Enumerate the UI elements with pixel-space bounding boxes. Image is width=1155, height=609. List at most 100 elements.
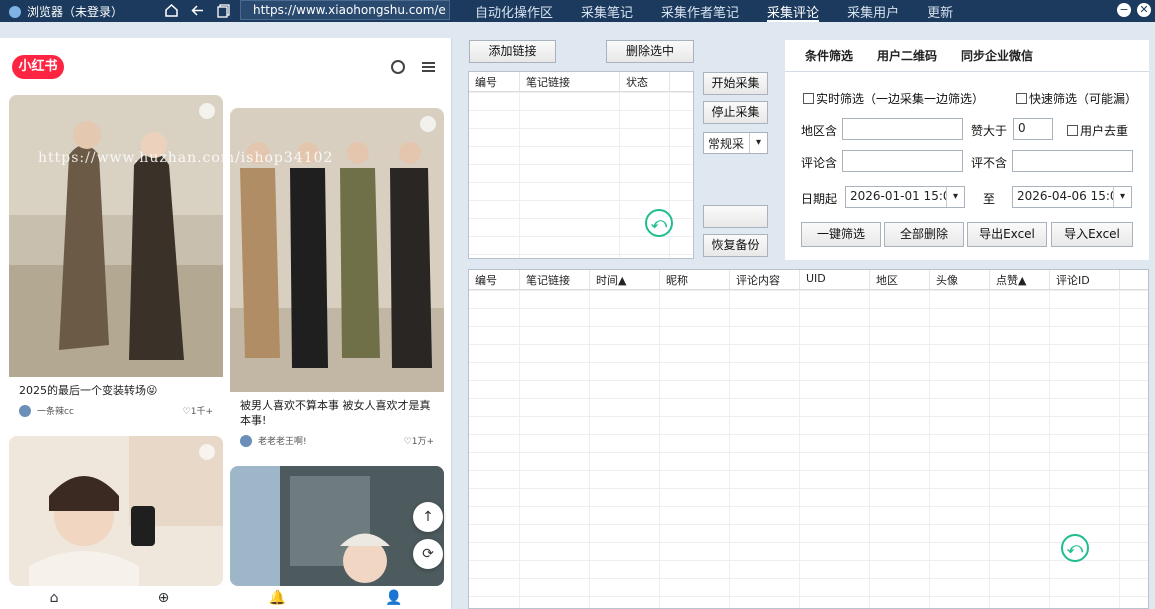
- column-header[interactable]: 编号: [469, 72, 520, 91]
- nav-home-icon[interactable]: ⌂: [50, 590, 59, 606]
- date-from-value: 2026-01-01 15:0: [850, 189, 951, 203]
- bottom-nav: ⌂ ⊕ 🔔 👤: [0, 586, 451, 609]
- note-card[interactable]: 2025的最后一个变装转场😝 一条辣cc ♡1千+: [9, 95, 223, 423]
- chevron-down-icon: ▾: [946, 187, 964, 207]
- quick-filter-label: 快速筛选（可能漏）: [1029, 92, 1138, 106]
- note-card[interactable]: [9, 436, 223, 586]
- quick-filter-checkbox[interactable]: 快速筛选（可能漏）: [1016, 90, 1137, 107]
- search-icon[interactable]: [391, 60, 405, 74]
- column-header[interactable]: UID: [800, 270, 870, 289]
- comments-table[interactable]: 编号 笔记链接 时间▲ 昵称 评论内容 UID 地区 头像 点赞▲ 评论ID ⤺: [468, 269, 1149, 609]
- date-to-picker[interactable]: 2026-04-06 15:0 ▾: [1012, 186, 1132, 208]
- scroll-top-button[interactable]: ↑: [413, 502, 443, 532]
- one-click-filter-button[interactable]: 一键筛选: [801, 222, 881, 247]
- column-header[interactable]: 编号: [469, 270, 520, 289]
- restore-backup-button[interactable]: 恢复备份: [703, 234, 768, 257]
- tab-collect-comments[interactable]: 采集评论: [767, 0, 820, 22]
- import-excel-button[interactable]: 导入Excel: [1051, 222, 1133, 247]
- column-header[interactable]: 昵称: [660, 270, 730, 289]
- likes-gt-input[interactable]: 0: [1013, 118, 1053, 140]
- likes-gt-label: 赞大于: [971, 124, 1008, 138]
- note-author: 一条辣cc: [37, 407, 74, 417]
- close-icon[interactable]: ✕: [1137, 3, 1151, 17]
- column-header[interactable]: 点赞▲: [990, 270, 1050, 289]
- note-image: [9, 436, 223, 586]
- stop-collect-button[interactable]: 停止采集: [703, 101, 768, 124]
- checkbox-box[interactable]: [1016, 93, 1027, 104]
- tab-automation[interactable]: 自动化操作区: [475, 0, 553, 22]
- home-icon[interactable]: [163, 2, 179, 18]
- return-icon[interactable]: ⤺: [645, 209, 673, 237]
- note-card[interactable]: [230, 466, 444, 586]
- start-collect-button[interactable]: 开始采集: [703, 72, 768, 95]
- note-meta: 老老老王啊! ♡1万+: [230, 428, 444, 453]
- tab-condition-filter[interactable]: 条件筛选: [805, 47, 853, 64]
- date-to-value: 2026-04-06 15:0: [1017, 189, 1118, 203]
- chevron-down-icon: ▾: [1113, 187, 1131, 207]
- chevron-down-icon: ▾: [749, 133, 767, 153]
- region-input[interactable]: [842, 118, 963, 140]
- comment-include-input[interactable]: [842, 150, 963, 172]
- comments-table-rows: [469, 290, 1148, 608]
- note-image: [9, 95, 223, 377]
- note-likes[interactable]: ♡1万+: [404, 434, 434, 447]
- watermark-text: https://www.huzhan.com/ishop34102: [38, 150, 334, 166]
- add-link-button[interactable]: 添加链接: [469, 40, 556, 63]
- column-header[interactable]: 评论内容: [730, 270, 800, 289]
- copy-icon[interactable]: [215, 2, 231, 18]
- tab-sync-wecom[interactable]: 同步企业微信: [961, 47, 1033, 64]
- minimize-icon[interactable]: −: [1117, 3, 1131, 17]
- tab-update[interactable]: 更新: [927, 0, 953, 22]
- column-header[interactable]: 笔记链接: [520, 72, 620, 91]
- video-play-icon: [199, 103, 215, 119]
- video-play-icon: [420, 116, 436, 132]
- tab-user-qrcode[interactable]: 用户二维码: [877, 47, 937, 64]
- xiaohongshu-logo[interactable]: 小红书: [12, 55, 64, 79]
- return-icon[interactable]: ⤺: [1061, 534, 1089, 562]
- checkbox-box[interactable]: [1067, 125, 1078, 136]
- column-header[interactable]: 评论ID: [1050, 270, 1120, 289]
- date-from-label: 日期起: [801, 192, 838, 206]
- note-author: 老老老王啊!: [258, 437, 307, 447]
- delete-all-button[interactable]: 全部删除: [884, 222, 964, 247]
- refresh-button[interactable]: ⟳: [413, 539, 443, 569]
- tab-collect-users[interactable]: 采集用户: [847, 0, 899, 22]
- filter-tabs: 条件筛选 用户二维码 同步企业微信: [785, 40, 1149, 72]
- nav-post-icon[interactable]: ⊕: [158, 590, 170, 606]
- realtime-filter-checkbox[interactable]: 实时筛选（一边采集一边筛选）: [803, 90, 984, 107]
- collect-mode-select[interactable]: 常规采 ▾: [703, 132, 768, 154]
- column-header[interactable]: 地区: [870, 270, 930, 289]
- title-bar: 浏览器（未登录） https://www.xiaohongshu.com/e 自…: [0, 0, 1155, 22]
- note-caption: 2025的最后一个变装转场😝: [19, 384, 158, 397]
- note-likes[interactable]: ♡1千+: [183, 404, 213, 417]
- comments-table-header: 编号 笔记链接 时间▲ 昵称 评论内容 UID 地区 头像 点赞▲ 评论ID: [469, 270, 1148, 290]
- phone-header: 小红书: [0, 38, 451, 96]
- note-image: [230, 466, 444, 586]
- export-excel-button[interactable]: 导出Excel: [967, 222, 1047, 247]
- avatar: [19, 404, 31, 417]
- date-from-picker[interactable]: 2026-01-01 15:0 ▾: [845, 186, 965, 208]
- delete-selected-button[interactable]: 删除选中: [606, 40, 694, 63]
- realtime-filter-label: 实时筛选（一边采集一边筛选）: [816, 92, 985, 106]
- dedupe-user-checkbox[interactable]: 用户去重: [1067, 122, 1128, 139]
- comment-exclude-input[interactable]: [1012, 150, 1133, 172]
- blank-button[interactable]: [703, 205, 768, 228]
- link-table[interactable]: 编号 笔记链接 状态 ⤺: [468, 71, 694, 259]
- menu-icon[interactable]: [422, 62, 435, 72]
- tab-collect-author-notes[interactable]: 采集作者笔记: [661, 0, 739, 22]
- filter-panel: 条件筛选 用户二维码 同步企业微信 实时筛选（一边采集一边筛选） 快速筛选（可能…: [785, 40, 1149, 260]
- browser-logo-icon: [9, 5, 21, 18]
- url-bar[interactable]: https://www.xiaohongshu.com/e: [240, 0, 450, 20]
- browser-nav: [163, 2, 231, 18]
- link-table-header: 编号 笔记链接 状态: [469, 72, 693, 92]
- app-title: 浏览器（未登录）: [9, 3, 123, 20]
- tab-collect-notes[interactable]: 采集笔记: [581, 0, 633, 22]
- back-arrow-icon[interactable]: [189, 2, 205, 18]
- nav-notification-icon[interactable]: 🔔: [268, 590, 285, 606]
- column-header[interactable]: 状态: [620, 72, 670, 91]
- column-header[interactable]: 笔记链接: [520, 270, 590, 289]
- nav-profile-icon[interactable]: 👤: [385, 590, 402, 606]
- column-header[interactable]: 头像: [930, 270, 990, 289]
- checkbox-box[interactable]: [803, 93, 814, 104]
- column-header[interactable]: 时间▲: [590, 270, 660, 289]
